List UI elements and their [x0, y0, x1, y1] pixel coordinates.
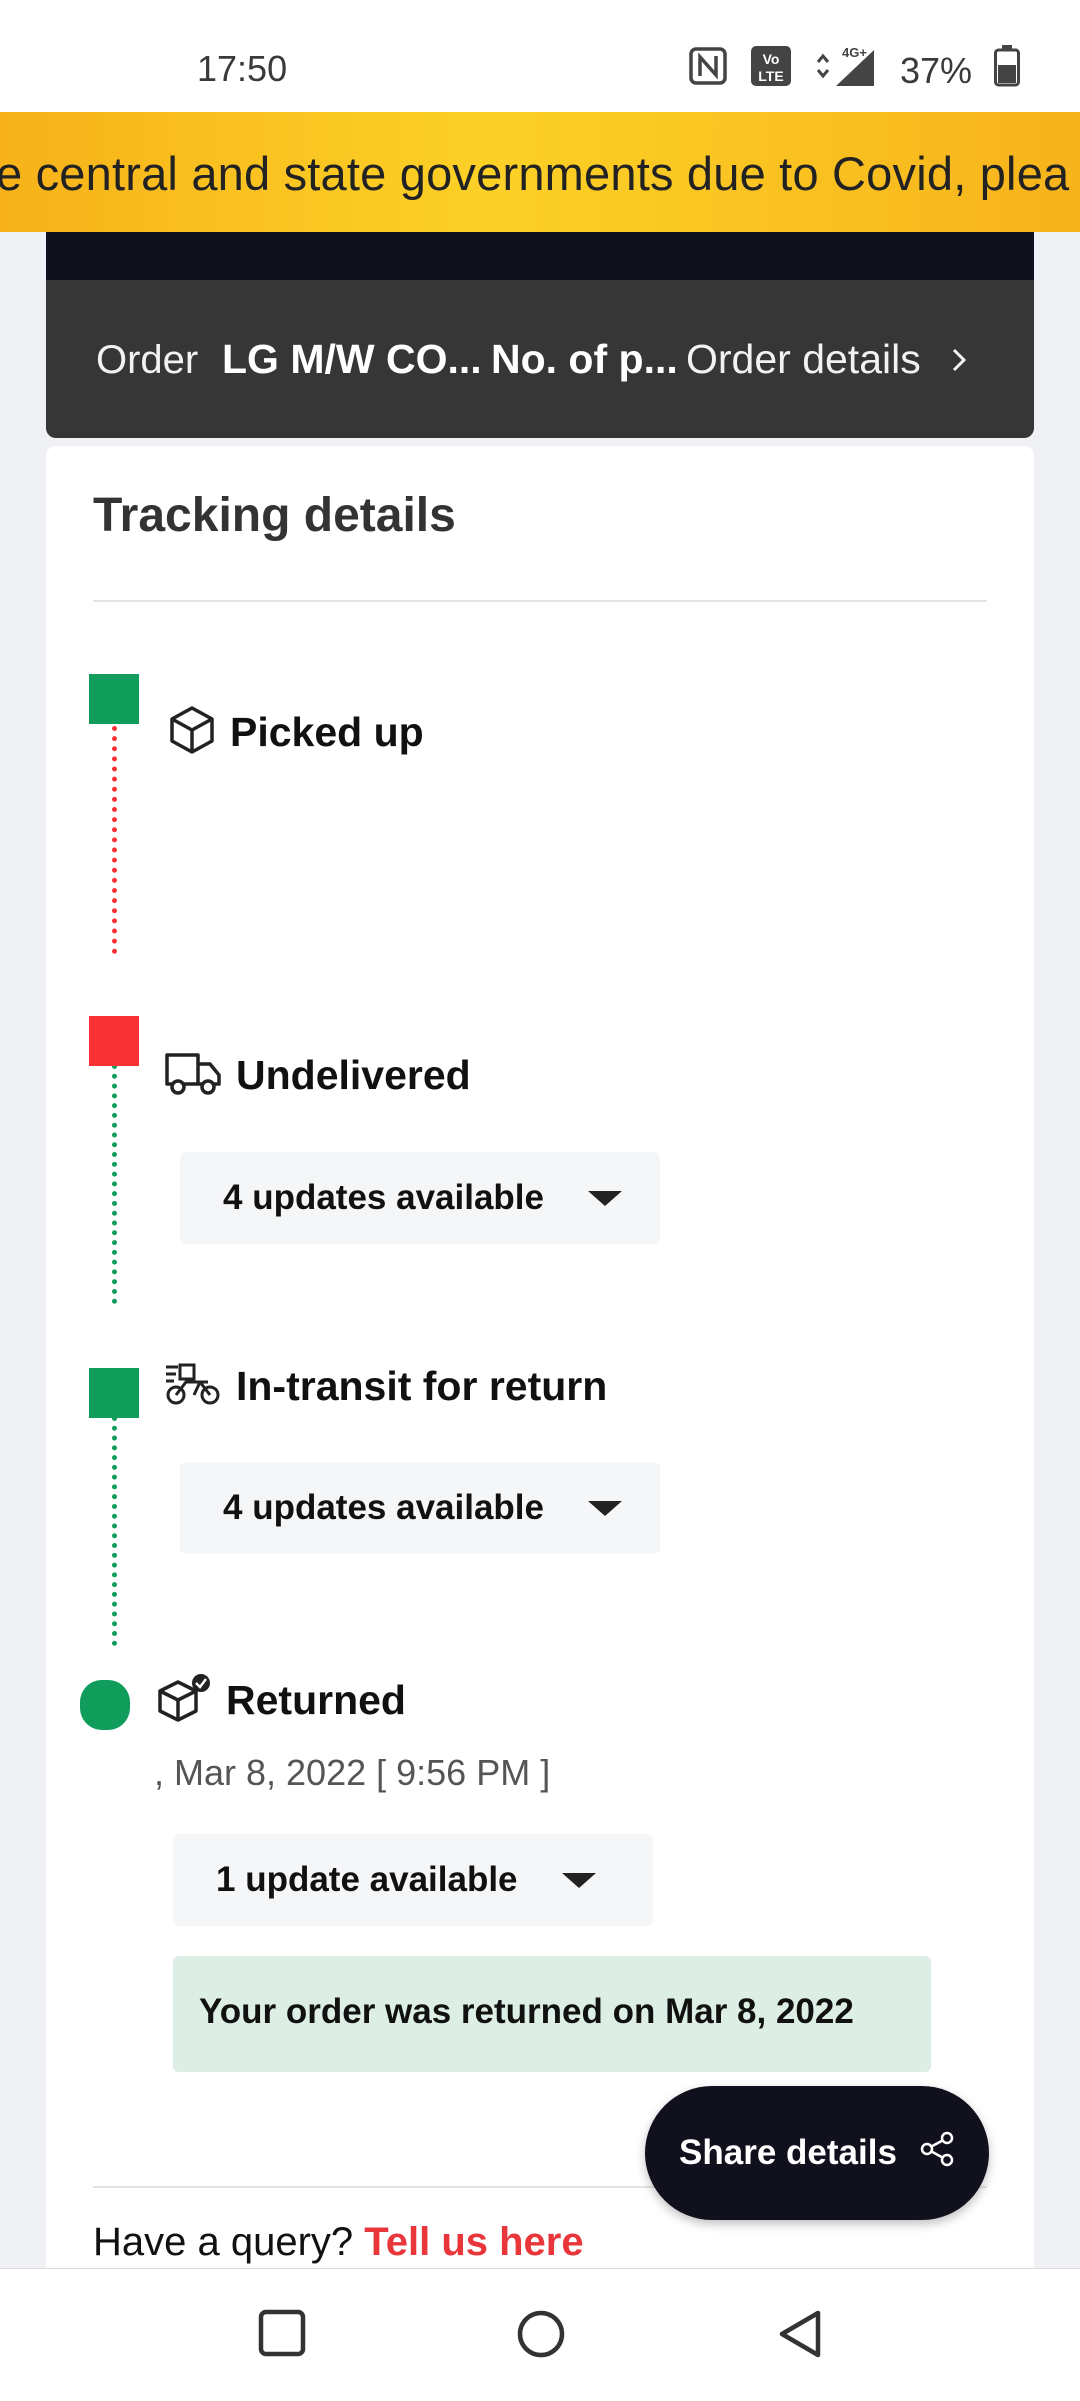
updates-label: 1 update available [216, 1860, 518, 1899]
order-pieces: No. of p... [491, 336, 678, 382]
step-picked-up: Picked up [168, 704, 424, 761]
updates-label: 4 updates available [223, 1488, 544, 1527]
share-label: Share details [679, 2133, 897, 2172]
timeline-connector-red [112, 726, 117, 954]
order-summary-bar: Order LG M/W CO... No. of p... Order det… [46, 280, 1034, 438]
svg-text:Vo: Vo [763, 51, 780, 67]
step-returned: Returned [156, 1672, 406, 1729]
step-title: Undelivered [236, 1052, 471, 1098]
status-marker-in-transit [89, 1368, 139, 1418]
updates-dropdown-undelivered[interactable]: 4 updates available [180, 1152, 660, 1244]
divider [93, 600, 987, 602]
network-type: 4G+ [842, 45, 867, 60]
chevron-right-icon [951, 336, 967, 383]
box-check-icon [156, 1672, 212, 1729]
order-label: Order [96, 338, 199, 382]
svg-text:LTE: LTE [758, 68, 783, 84]
updates-dropdown-in-transit[interactable]: 4 updates available [180, 1462, 660, 1554]
box-icon [168, 704, 216, 761]
share-icon [919, 2131, 955, 2176]
step-title: Returned [226, 1677, 406, 1723]
share-details-button[interactable]: Share details [645, 2086, 989, 2220]
step-title: In-transit for return [236, 1363, 608, 1409]
home-circle-icon[interactable] [516, 2309, 566, 2364]
status-marker-picked-up [89, 674, 139, 724]
status-bar: 17:50 Vo LTE 4G+ 37% [0, 0, 1080, 112]
updates-dropdown-returned[interactable]: 1 update available [173, 1834, 653, 1926]
bike-delivery-icon [164, 1362, 222, 1411]
tracking-card: Tracking details Picked up Undelivered 4… [46, 446, 1034, 2276]
returned-date: , Mar 8, 2022 [ 9:56 PM ] [154, 1752, 551, 1793]
header-dark-strip [46, 232, 1034, 280]
order-product-name: LG M/W CO... [222, 336, 482, 382]
returned-notice: Your order was returned on Mar 8, 2022 [173, 1956, 931, 2072]
status-icons: Vo LTE 4G+ 37% [688, 44, 1020, 97]
updates-label: 4 updates available [223, 1178, 544, 1217]
system-nav-bar [0, 2268, 1080, 2401]
battery-percent: 37% [899, 49, 972, 91]
query-prompt: Have a query? [93, 2220, 354, 2264]
order-details-label: Order details [686, 336, 921, 382]
covid-notice-banner: e central and state governments due to C… [0, 112, 1080, 232]
tell-us-link[interactable]: Tell us here [364, 2220, 583, 2264]
caret-down-icon [561, 1872, 596, 1888]
timeline-connector-green [112, 1416, 117, 1646]
caret-down-icon [587, 1190, 622, 1206]
nfc-icon [688, 46, 728, 95]
signal-icon: 4G+ [814, 44, 878, 97]
recents-square-icon[interactable] [258, 2309, 306, 2362]
timeline-connector-green [112, 1064, 117, 1304]
volte-icon: Vo LTE [750, 45, 792, 96]
tracking-title: Tracking details [93, 489, 456, 542]
status-time: 17:50 [197, 48, 288, 89]
order-details-link[interactable]: Order details [686, 336, 967, 383]
caret-down-icon [587, 1500, 622, 1516]
banner-text: e central and state governments due to C… [0, 147, 1070, 200]
back-triangle-icon[interactable] [776, 2309, 824, 2364]
battery-icon [994, 45, 1020, 96]
returned-notice-text: Your order was returned on Mar 8, 2022 [199, 1992, 854, 2031]
status-marker-returned [80, 1680, 130, 1730]
query-row: Have a query? Tell us here [93, 2220, 584, 2265]
status-marker-undelivered [89, 1016, 139, 1066]
step-title: Picked up [230, 709, 424, 755]
step-undelivered: Undelivered [164, 1050, 471, 1101]
truck-icon [164, 1050, 222, 1101]
step-in-transit: In-transit for return [164, 1362, 607, 1411]
